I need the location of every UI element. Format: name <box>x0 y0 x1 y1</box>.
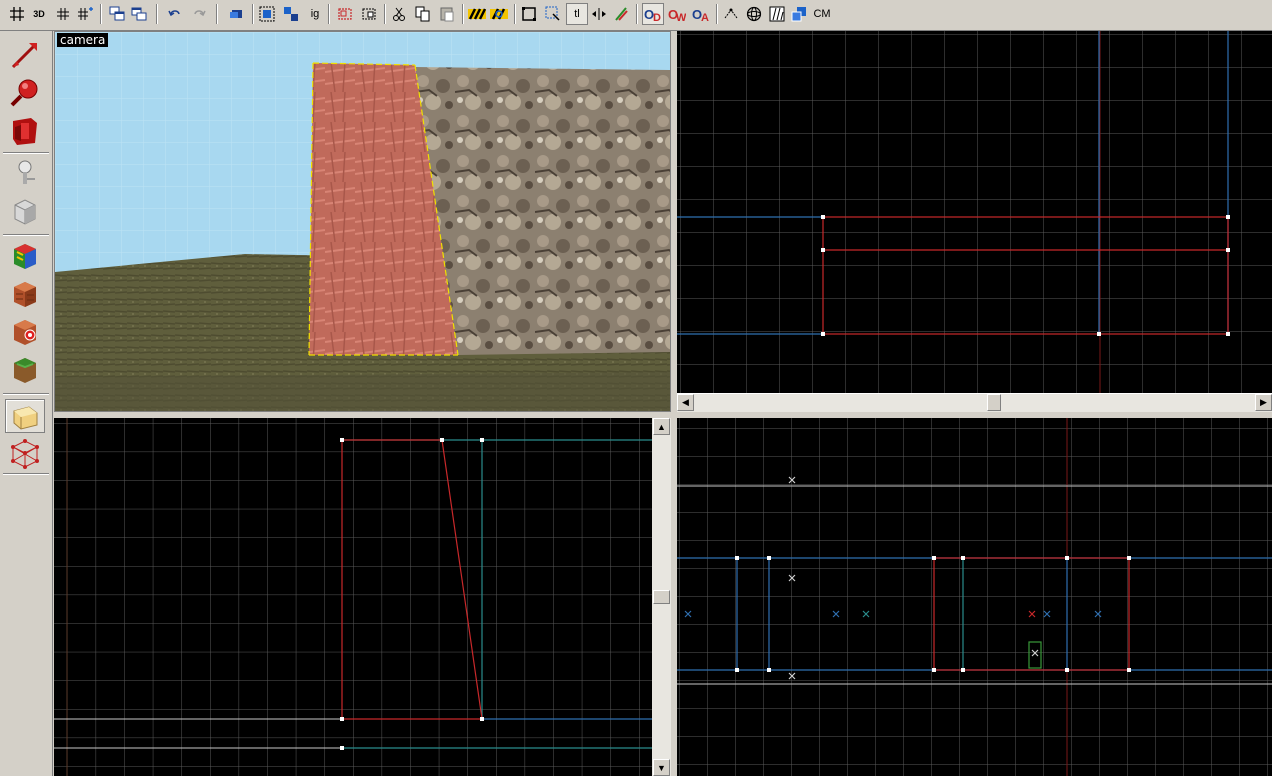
vertex-icon[interactable] <box>720 3 742 25</box>
toggle-texture-application-icon[interactable] <box>5 239 45 273</box>
cut-icon[interactable] <box>388 3 410 25</box>
svg-text:D: D <box>653 12 661 22</box>
texture-grid-icon[interactable] <box>766 3 788 25</box>
top-view-scroll-thumb[interactable] <box>987 394 1001 411</box>
cube-select-icon[interactable] <box>788 3 810 25</box>
3d-grid-label: 3D <box>33 9 45 19</box>
side-view-vertical-scrollbar[interactable]: ▲ ▼ <box>652 418 671 776</box>
main-toolbar: 3D ig tl O D O W O A CM <box>0 0 1272 31</box>
texture-lock-icon[interactable]: tl <box>566 3 588 25</box>
clipping-tool-icon[interactable] <box>5 399 45 433</box>
side-view-grid <box>54 418 652 776</box>
svg-text:W: W <box>676 12 686 22</box>
front-view-grid <box>677 418 1272 776</box>
redo-icon[interactable] <box>188 3 210 25</box>
magnify-tool-icon[interactable] <box>5 76 45 110</box>
selection-box-icon[interactable] <box>518 3 540 25</box>
cm-button[interactable]: CM <box>810 3 834 25</box>
scroll-down-icon[interactable]: ▼ <box>653 759 670 776</box>
scroll-left-icon[interactable]: ◀ <box>677 394 694 411</box>
paint-icon[interactable] <box>610 3 632 25</box>
grid-smaller-icon[interactable] <box>52 3 74 25</box>
top-view-2d[interactable] <box>677 31 1272 393</box>
group-icon[interactable] <box>256 3 278 25</box>
scroll-up-icon[interactable]: ▲ <box>653 418 670 435</box>
show-helpers-icon[interactable]: OD <box>642 3 664 25</box>
ungroup-icon[interactable] <box>280 3 302 25</box>
toggle-model-icon[interactable]: OW <box>666 3 688 25</box>
overlay-tool-icon[interactable] <box>5 353 45 387</box>
toggle-displacement-icon[interactable]: OA <box>690 3 712 25</box>
camera-3d-render <box>55 32 670 411</box>
top-view-grid <box>677 31 1272 393</box>
cordon-icon[interactable] <box>226 3 248 25</box>
top-view-horizontal-scrollbar[interactable]: ◀ ▶ <box>677 393 1272 412</box>
ignore-groups-label: ig <box>310 8 320 20</box>
select-transparent-icon[interactable] <box>542 3 564 25</box>
undo-icon[interactable] <box>164 3 186 25</box>
scroll-right-icon[interactable]: ▶ <box>1255 394 1272 411</box>
decal-tool-icon[interactable] <box>5 315 45 349</box>
camera-viewport[interactable]: camera <box>54 31 671 412</box>
ignore-groups-icon[interactable]: ig <box>304 3 326 25</box>
entity-tool-icon[interactable] <box>5 156 45 190</box>
copy-icon[interactable] <box>412 3 434 25</box>
side-view-2d[interactable] <box>54 418 652 776</box>
grid-icon[interactable] <box>6 3 28 25</box>
3d-grid-icon[interactable]: 3D <box>28 3 50 25</box>
camera-tool-icon[interactable] <box>5 114 45 148</box>
camera-view-label: camera <box>57 33 109 47</box>
front-view-2d[interactable] <box>677 418 1272 776</box>
sphere-icon[interactable] <box>743 3 765 25</box>
save-window-state-icon[interactable] <box>128 3 150 25</box>
block-tool-icon[interactable] <box>5 194 45 228</box>
hide-unselected-icon[interactable] <box>358 3 380 25</box>
grid-larger-icon[interactable] <box>74 3 96 25</box>
selection-tool-icon[interactable] <box>5 38 45 72</box>
hide-selected-icon[interactable] <box>334 3 356 25</box>
load-window-state-icon[interactable] <box>106 3 128 25</box>
paste-icon[interactable] <box>436 3 458 25</box>
svg-text:A: A <box>701 12 709 22</box>
cm-label: CM <box>813 8 831 20</box>
carve-icon[interactable] <box>488 3 510 25</box>
flip-icon[interactable] <box>588 3 610 25</box>
hazard-stripes-icon[interactable] <box>466 3 488 25</box>
apply-current-texture-icon[interactable] <box>5 277 45 311</box>
vertex-manipulation-tool-icon[interactable] <box>5 436 45 470</box>
texture-lock-label: tl <box>574 8 580 20</box>
tool-palette <box>0 31 53 776</box>
side-view-scroll-thumb[interactable] <box>653 590 670 604</box>
